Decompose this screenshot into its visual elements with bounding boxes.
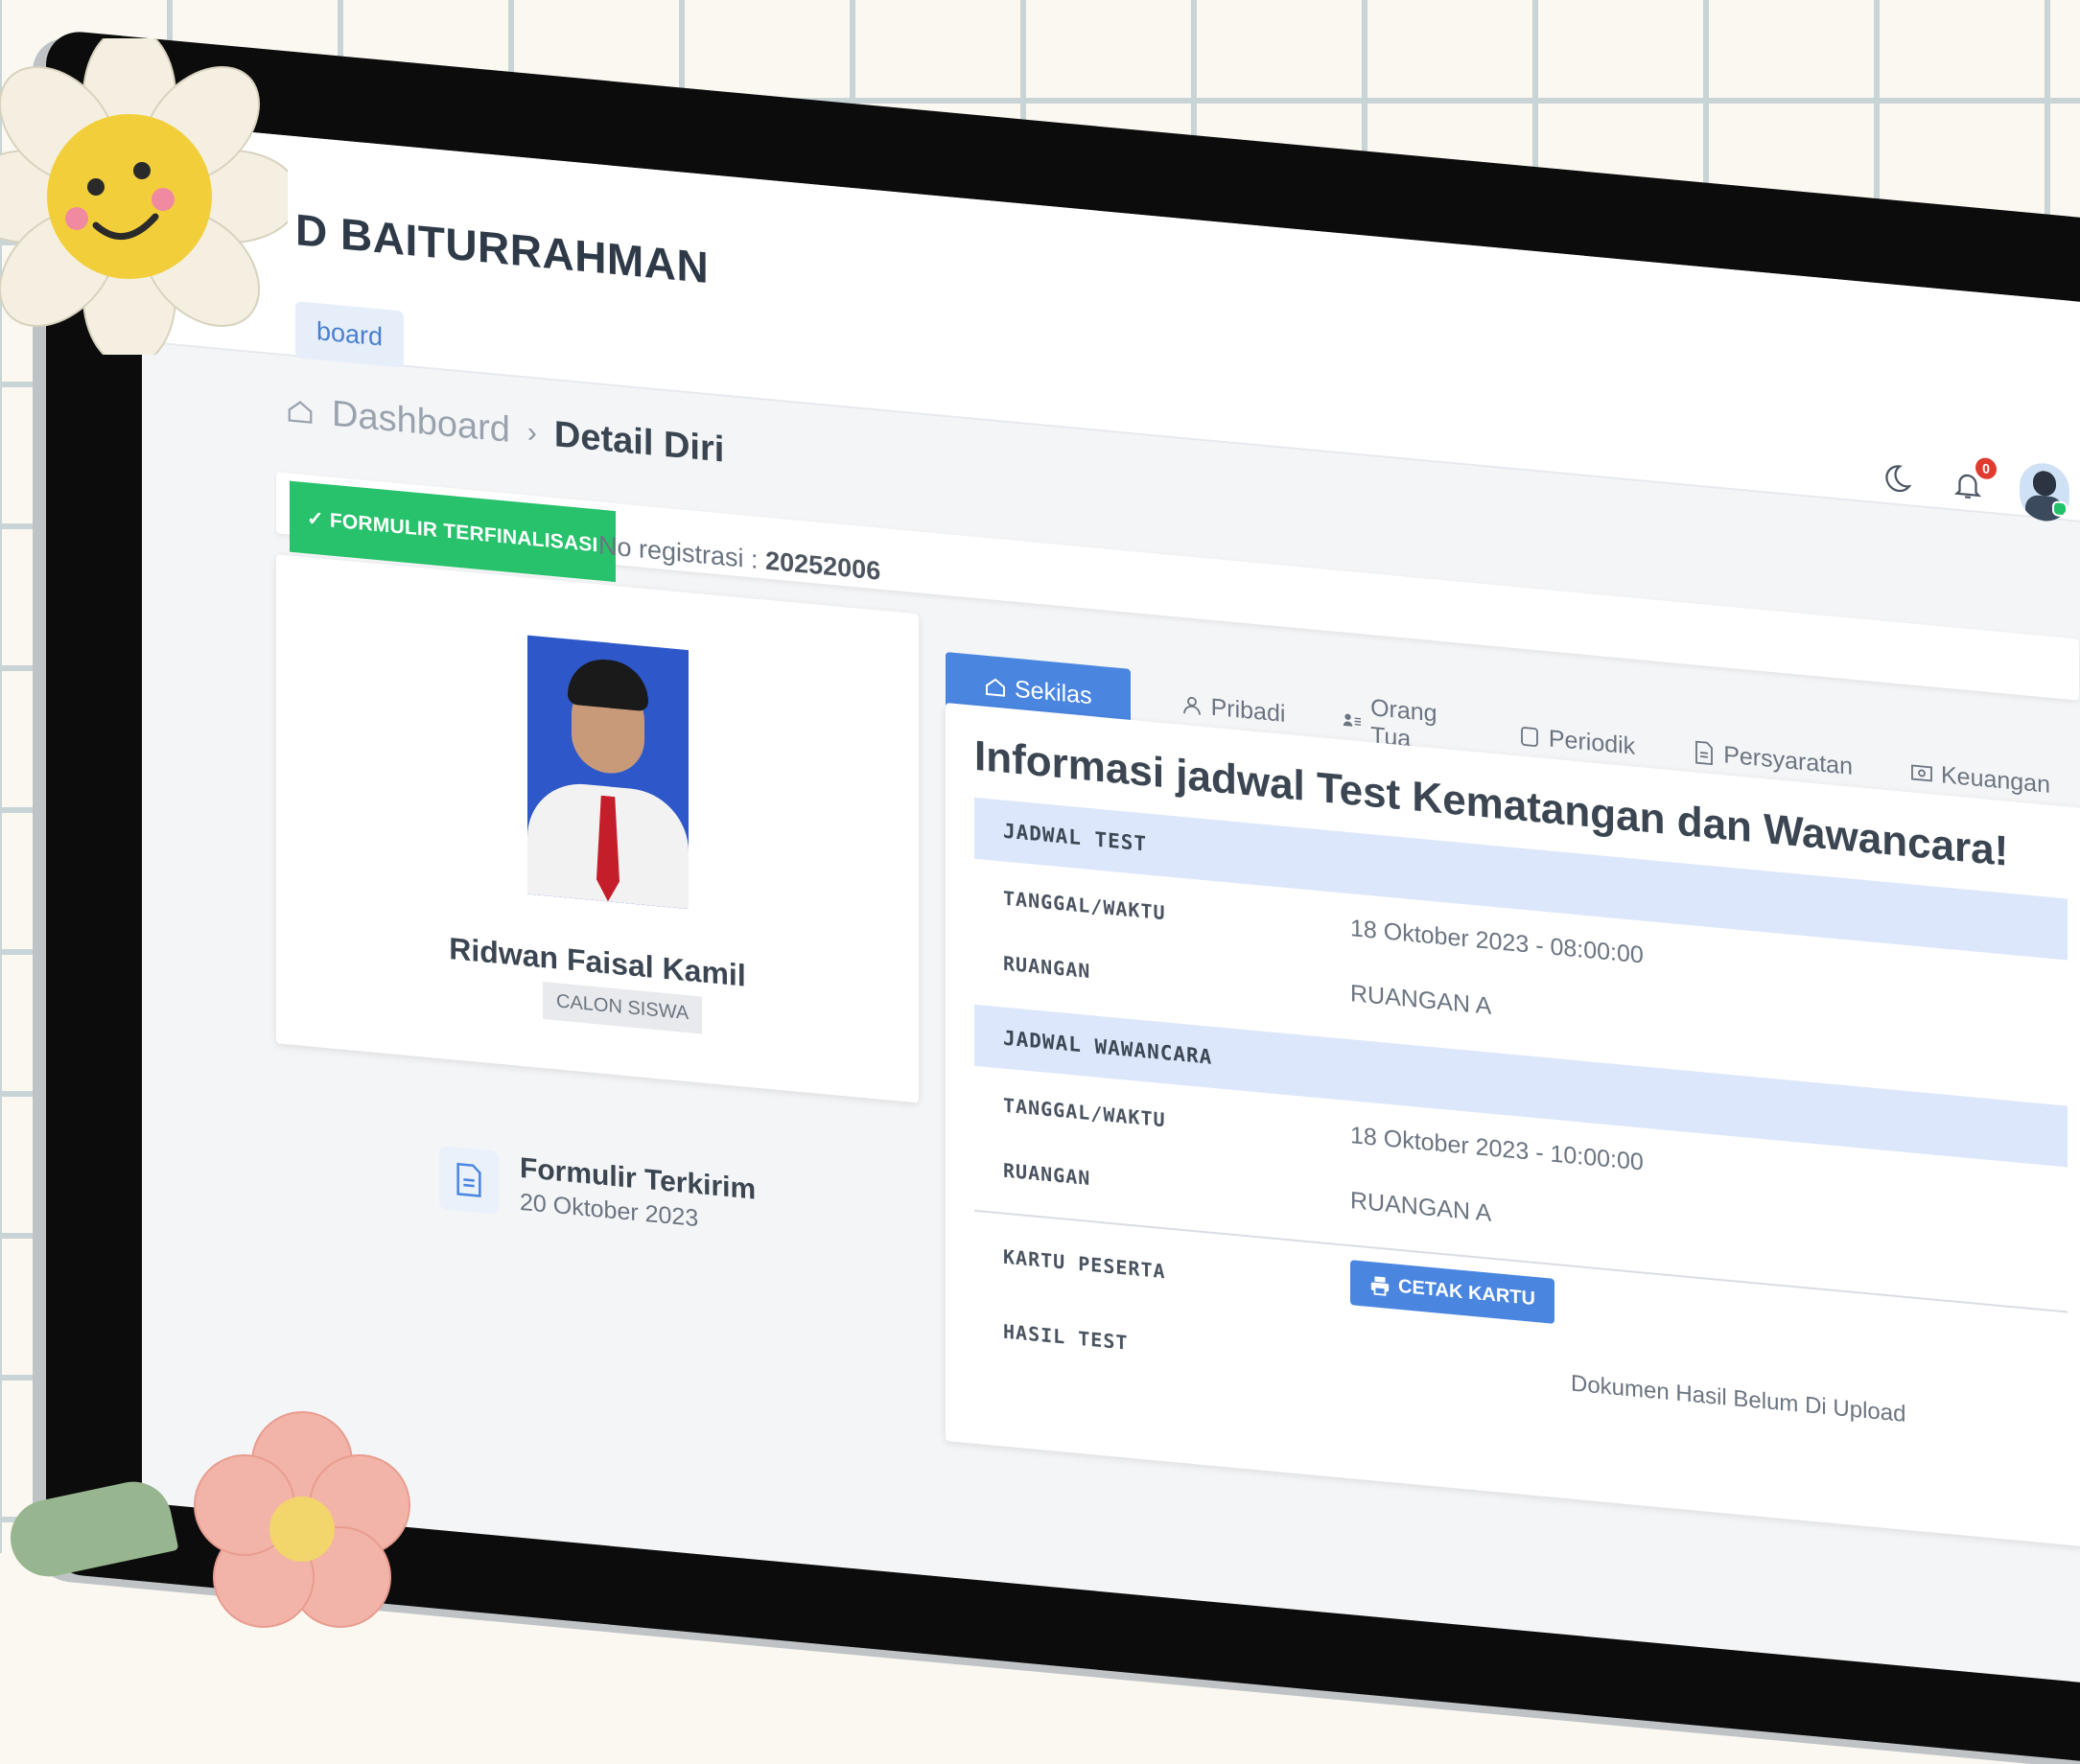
form-submitted-info: Formulir Terkirim 20 Oktober 2023	[439, 1145, 756, 1239]
registration-label: No registrasi :	[598, 530, 759, 574]
tab-label: Keuangan	[1940, 760, 2050, 799]
money-icon	[1911, 764, 1932, 782]
row-label: HASIL TEST	[1003, 1319, 1129, 1355]
print-card-label: CETAK KARTU	[1398, 1275, 1535, 1311]
tab-label: Pribadi	[1210, 693, 1286, 728]
schedule-card: Informasi jadwal Test Kematangan dan Waw…	[946, 703, 2080, 1548]
file-icon	[1695, 740, 1714, 766]
print-card-button[interactable]: CETAK KARTU	[1350, 1260, 1554, 1324]
moon-icon[interactable]	[1878, 457, 1916, 499]
online-indicator	[2052, 500, 2068, 518]
row-label: RUANGAN	[1003, 1158, 1091, 1191]
bell-icon[interactable]: 0	[1949, 456, 1997, 506]
document-icon	[439, 1145, 499, 1215]
header-actions: 0	[1878, 448, 2069, 523]
parents-icon	[1344, 713, 1362, 727]
registration-value: 20252006	[765, 545, 881, 586]
profile-card: Ridwan Faisal Kamil CALON SISWA Formulir…	[276, 554, 919, 1232]
row-value: 18 Oktober 2023 - 08:00:00	[1350, 915, 1644, 969]
nav-dashboard-link[interactable]: board	[295, 301, 405, 368]
registration-number: No registrasi : 20252006	[598, 530, 880, 586]
breadcrumb-dashboard[interactable]: Dashboard	[332, 394, 510, 452]
section-label: JADWAL TEST	[1003, 819, 1148, 856]
home-icon	[986, 678, 1005, 697]
breadcrumb: Dashboard › Detail Diri	[286, 389, 724, 471]
pink-flower-sticker	[194, 1411, 410, 1628]
app-screen: D BAITURRAHMAN board 0 Dashboard › Detai…	[142, 122, 2080, 1685]
user-avatar[interactable]	[2020, 460, 2069, 523]
breadcrumb-current: Detail Diri	[553, 414, 725, 471]
user-icon	[1182, 696, 1201, 715]
printer-icon	[1370, 1275, 1390, 1296]
student-photo	[527, 635, 689, 910]
tab-label: Sekilas	[1015, 675, 1092, 709]
chevron-right-icon: ›	[526, 416, 537, 449]
row-label: KARTU PESERTA	[1003, 1244, 1166, 1284]
square-icon	[1520, 727, 1538, 747]
row-value: 18 Oktober 2023 - 10:00:00	[1350, 1122, 1644, 1176]
row-value: RUANGAN A	[1350, 1187, 1492, 1227]
daisy-sticker	[0, 38, 288, 355]
role-badge: CALON SISWA	[543, 982, 703, 1034]
row-value: RUANGAN A	[1350, 980, 1492, 1020]
row-label: RUANGAN	[1003, 951, 1091, 984]
result-value: Dokumen Hasil Belum Di Upload	[1571, 1370, 1906, 1427]
brand-title: D BAITURRAHMAN	[295, 204, 710, 293]
row-label: TANGGAL/WAKTU	[1003, 886, 1166, 925]
tab-label: Periodik	[1548, 724, 1636, 760]
tab-label: Persyaratan	[1723, 740, 1853, 780]
section-label: JADWAL WAWANCARA	[1003, 1026, 1213, 1069]
row-label: TANGGAL/WAKTU	[1003, 1093, 1166, 1132]
home-outline-icon	[288, 400, 313, 424]
